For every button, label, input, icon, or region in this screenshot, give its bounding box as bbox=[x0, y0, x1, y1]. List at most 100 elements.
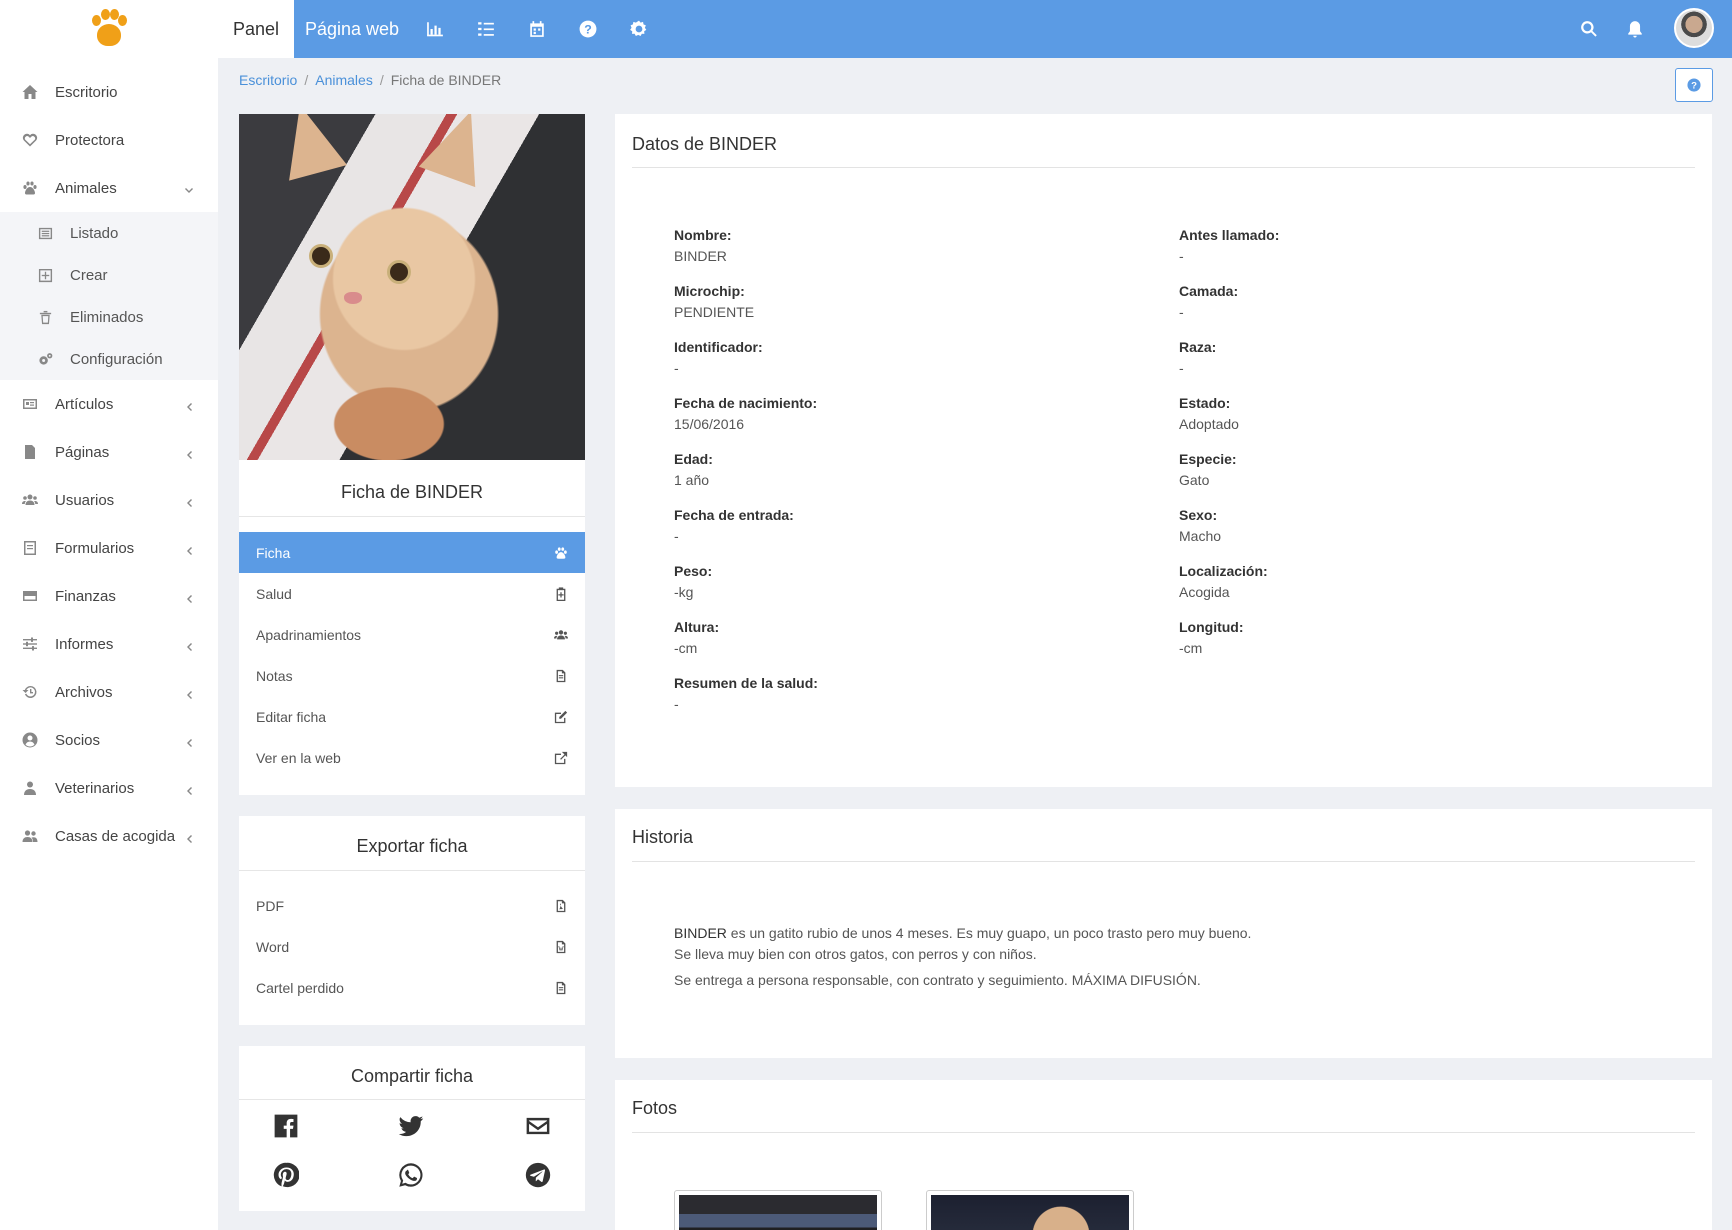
sidebar-item-usuarios[interactable]: Usuarios bbox=[0, 476, 218, 524]
field-label-localizacion: Localización: bbox=[1179, 563, 1268, 579]
field-label-microchip: Microchip: bbox=[674, 283, 745, 299]
divider bbox=[632, 861, 1695, 862]
trash-icon bbox=[36, 308, 54, 326]
list-icon bbox=[36, 224, 54, 242]
calendar-icon[interactable] bbox=[517, 0, 557, 58]
sidebar-item-animales[interactable]: Animales bbox=[0, 164, 218, 212]
question-circle-icon[interactable]: ? bbox=[568, 0, 608, 58]
sidebar-item-protectora[interactable]: Protectora bbox=[0, 116, 218, 164]
chevron-left-icon bbox=[184, 831, 194, 843]
export-cartel-perdido[interactable]: Cartel perdido bbox=[239, 967, 585, 1008]
field-label-resumen-salud: Resumen de la salud: bbox=[674, 675, 818, 691]
sidebar-subitem-configuracion[interactable]: Configuración bbox=[0, 338, 218, 380]
sidebar-item-label: Informes bbox=[55, 635, 114, 653]
envelope-icon[interactable] bbox=[524, 1112, 552, 1140]
photo-thumbnail[interactable] bbox=[674, 1190, 882, 1230]
field-value-fecha-entrada: - bbox=[674, 528, 679, 544]
paw-logo-icon bbox=[90, 9, 128, 49]
pinterest-icon[interactable] bbox=[272, 1161, 300, 1189]
field-value-identificador: - bbox=[674, 360, 679, 376]
file-text-icon bbox=[553, 980, 569, 996]
sidebar-item-finanzas[interactable]: Finanzas bbox=[0, 572, 218, 620]
tab-panel[interactable]: Panel bbox=[218, 0, 295, 58]
field-label-altura: Altura: bbox=[674, 619, 720, 635]
sidebar-item-label: Socios bbox=[55, 731, 101, 749]
field-value-raza: - bbox=[1179, 360, 1184, 376]
chevron-left-icon bbox=[184, 591, 194, 603]
search-icon[interactable] bbox=[1569, 0, 1609, 58]
sidebar-subitem-eliminados[interactable]: Eliminados bbox=[0, 296, 218, 338]
users-icon bbox=[21, 491, 39, 509]
menu-editar-ficha[interactable]: Editar ficha bbox=[239, 696, 585, 737]
sidebar-item-articulos[interactable]: Artículos bbox=[0, 380, 218, 428]
historia-line-1: BINDER es un gatito rubio de unos 4 mese… bbox=[674, 923, 1251, 943]
bar-chart-icon[interactable] bbox=[415, 0, 455, 58]
gear-icon[interactable] bbox=[619, 0, 659, 58]
bell-icon[interactable] bbox=[1615, 0, 1655, 58]
cogs-icon bbox=[36, 350, 54, 368]
facebook-icon[interactable] bbox=[272, 1112, 300, 1140]
menu-label: PDF bbox=[256, 897, 284, 914]
card-title: Exportar ficha bbox=[356, 836, 468, 856]
card-title: Compartir ficha bbox=[350, 1066, 474, 1086]
sidebar-item-label: Finanzas bbox=[55, 587, 116, 605]
sidebar-item-casas-de-acogida[interactable]: Casas de acogida bbox=[0, 812, 218, 860]
sidebar-subitem-crear[interactable]: Crear bbox=[0, 254, 218, 296]
app-logo[interactable] bbox=[0, 0, 218, 58]
export-pdf[interactable]: PDF bbox=[239, 885, 585, 926]
field-label-identificador: Identificador: bbox=[674, 339, 763, 355]
whatsapp-icon[interactable] bbox=[397, 1161, 425, 1189]
sidebar-item-label: Protectora bbox=[55, 131, 125, 149]
menu-notas[interactable]: Notas bbox=[239, 655, 585, 696]
photo-thumbnail[interactable] bbox=[926, 1190, 1134, 1230]
chevron-down-icon bbox=[184, 183, 194, 193]
sidebar-subitem-label: Eliminados bbox=[70, 308, 144, 326]
field-value-nombre: BINDER bbox=[674, 248, 727, 264]
user-circle-icon bbox=[21, 731, 39, 749]
field-label-estado: Estado: bbox=[1179, 395, 1231, 411]
tasks-icon[interactable] bbox=[466, 0, 506, 58]
file-pdf-icon bbox=[553, 898, 569, 914]
field-value-longitud: -cm bbox=[1179, 640, 1203, 656]
tab-pagina-web[interactable]: Página web bbox=[290, 0, 414, 58]
menu-ficha[interactable]: Ficha bbox=[239, 532, 585, 573]
export-word[interactable]: Word bbox=[239, 926, 585, 967]
field-value-altura: -cm bbox=[674, 640, 698, 656]
chevron-left-icon bbox=[184, 735, 194, 747]
sidebar-item-paginas[interactable]: Páginas bbox=[0, 428, 218, 476]
field-value-peso: -kg bbox=[674, 584, 694, 600]
sidebar-item-formularios[interactable]: Formularios bbox=[0, 524, 218, 572]
sidebar-subitem-listado[interactable]: Listado bbox=[0, 212, 218, 254]
menu-label: Word bbox=[256, 938, 290, 955]
breadcrumb-link-escritorio[interactable]: Escritorio bbox=[239, 72, 297, 88]
field-value-localizacion: Acogida bbox=[1179, 584, 1230, 600]
menu-label: Editar ficha bbox=[256, 708, 327, 725]
chevron-left-icon bbox=[184, 399, 194, 411]
users-icon bbox=[553, 627, 569, 643]
sidebar-item-archivos[interactable]: Archivos bbox=[0, 668, 218, 716]
file-word-icon bbox=[553, 939, 569, 955]
sidebar-subitem-label: Crear bbox=[70, 266, 108, 284]
user-avatar[interactable] bbox=[1674, 8, 1714, 48]
users-icon bbox=[21, 827, 39, 845]
sidebar-item-veterinarios[interactable]: Veterinarios bbox=[0, 764, 218, 812]
sidebar-item-informes[interactable]: Informes bbox=[0, 620, 218, 668]
menu-apadrinamientos[interactable]: Apadrinamientos bbox=[239, 614, 585, 655]
help-button[interactable]: ? bbox=[1675, 68, 1713, 102]
breadcrumb-link-animales[interactable]: Animales bbox=[315, 72, 373, 88]
history-icon bbox=[21, 683, 39, 701]
export-card: Exportar ficha PDF Word Cartel perdido bbox=[239, 816, 585, 1025]
field-label-longitud: Longitud: bbox=[1179, 619, 1244, 635]
field-label-fecha-entrada: Fecha de entrada: bbox=[674, 507, 794, 523]
menu-ver-en-la-web[interactable]: Ver en la web bbox=[239, 737, 585, 778]
sidebar-item-escritorio[interactable]: Escritorio bbox=[0, 68, 218, 116]
sidebar-item-socios[interactable]: Socios bbox=[0, 716, 218, 764]
twitter-icon[interactable] bbox=[397, 1112, 425, 1140]
field-value-resumen-salud: - bbox=[674, 696, 679, 712]
telegram-icon[interactable] bbox=[524, 1161, 552, 1189]
menu-salud[interactable]: Salud bbox=[239, 573, 585, 614]
sidebar: Escritorio Protectora Animales Listado C… bbox=[0, 58, 218, 1230]
heart-icon bbox=[21, 131, 39, 149]
historia-line-3: Se entrega a persona responsable, con co… bbox=[674, 972, 1201, 988]
field-label-edad: Edad: bbox=[674, 451, 713, 467]
